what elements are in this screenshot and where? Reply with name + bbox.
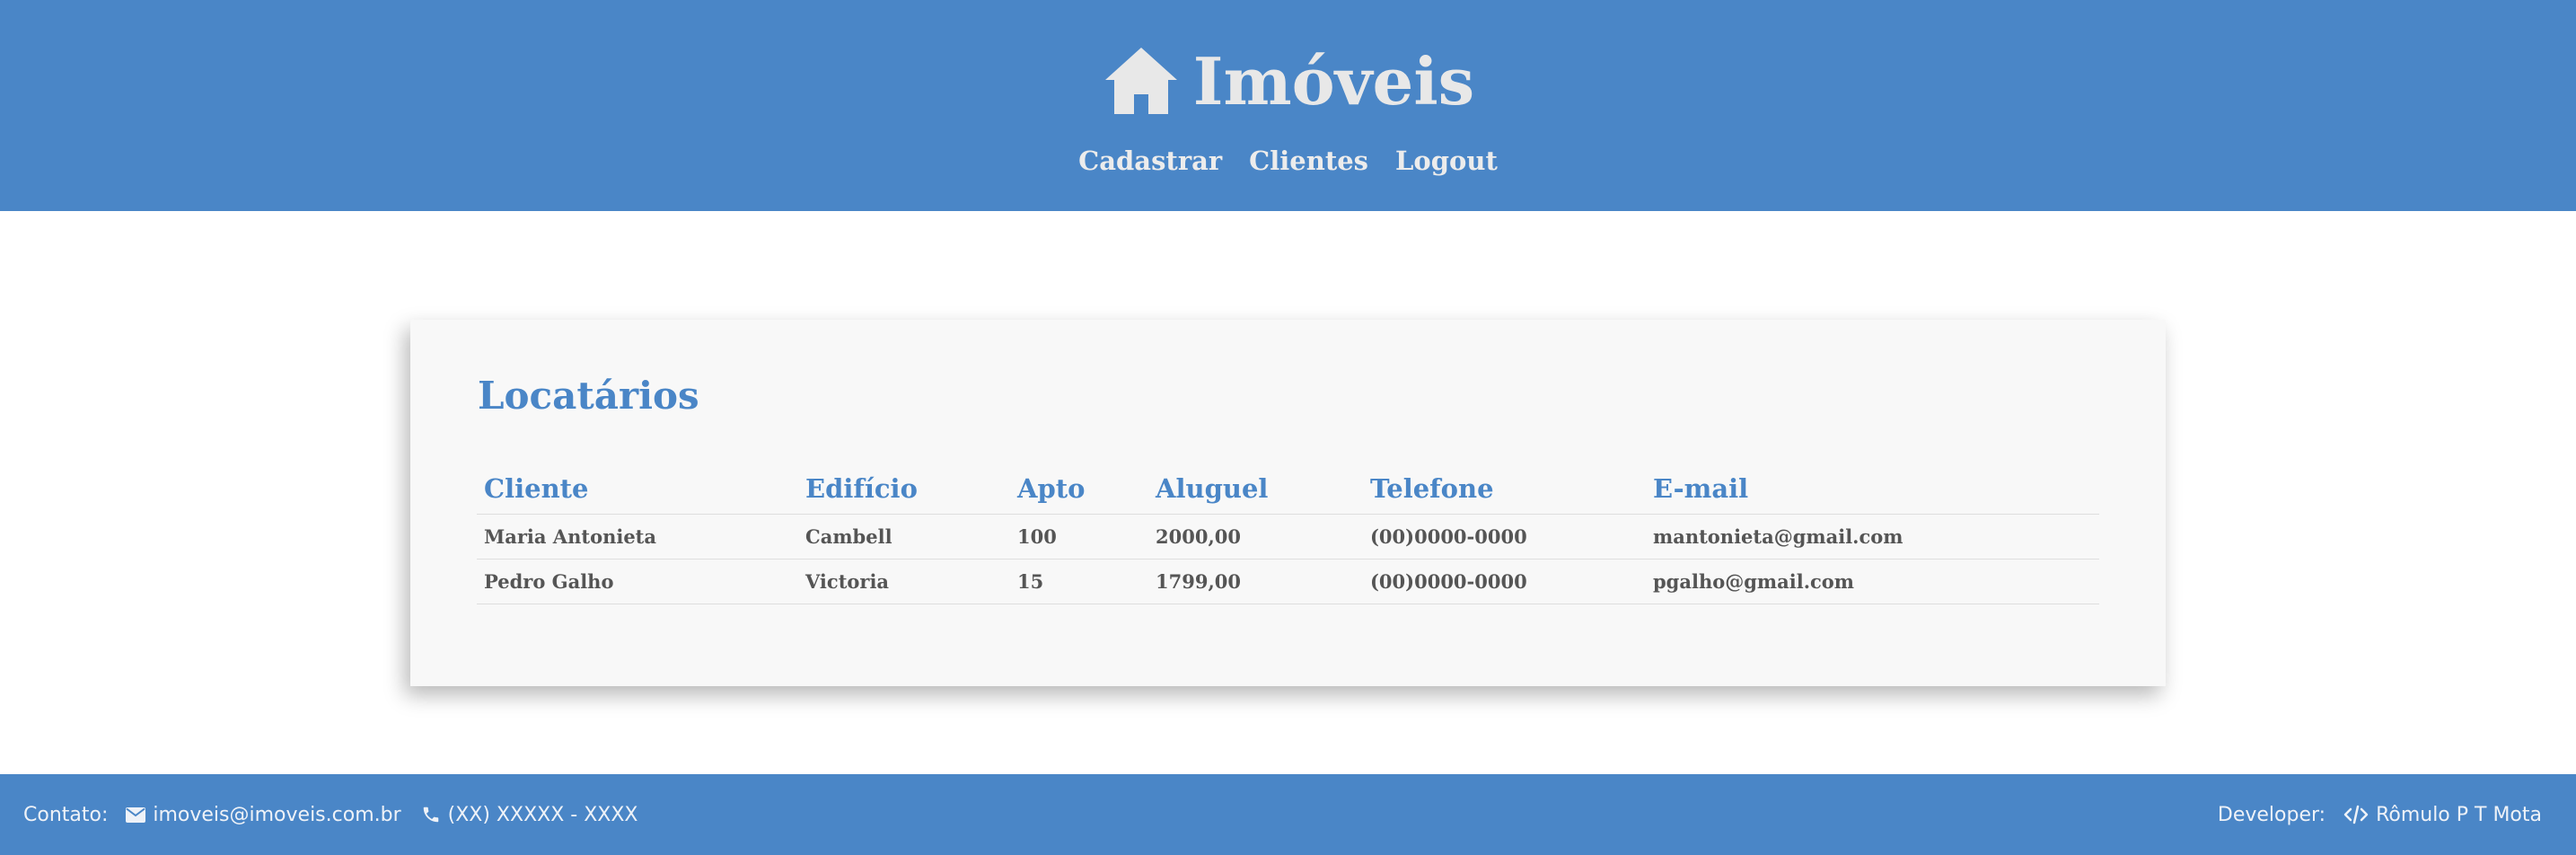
nav-cadastrar[interactable]: Cadastrar bbox=[1078, 145, 1222, 176]
cell-cliente: Maria Antonieta bbox=[477, 514, 798, 560]
envelope-icon bbox=[126, 807, 146, 823]
phone-icon bbox=[421, 805, 441, 824]
cell-telefone: (00)0000-0000 bbox=[1363, 514, 1646, 560]
nav-clientes[interactable]: Clientes bbox=[1249, 145, 1368, 176]
main-nav: Cadastrar Clientes Logout bbox=[0, 145, 2576, 176]
cell-email: pgalho@gmail.com bbox=[1646, 559, 2099, 604]
footer-contact: Contato: imoveis@imoveis.com.br (XX) XXX… bbox=[23, 774, 638, 855]
contact-label: Contato: bbox=[23, 803, 109, 826]
table-row: Pedro Galho Victoria 15 1799,00 (00)0000… bbox=[477, 559, 2099, 604]
column-header-telefone: Telefone bbox=[1363, 471, 1646, 515]
cell-apto: 15 bbox=[1010, 559, 1148, 604]
site-footer: Contato: imoveis@imoveis.com.br (XX) XXX… bbox=[0, 774, 2576, 855]
cell-edificio: Cambell bbox=[798, 514, 1010, 560]
site-header: Imóveis Cadastrar Clientes Logout bbox=[0, 0, 2576, 211]
column-header-aluguel: Aluguel bbox=[1148, 471, 1363, 515]
cell-telefone: (00)0000-0000 bbox=[1363, 559, 1646, 604]
table-header-row: Cliente Edifício Apto Aluguel Telefone E… bbox=[477, 471, 2099, 515]
column-header-email: E-mail bbox=[1646, 471, 2099, 515]
cell-cliente: Pedro Galho bbox=[477, 559, 798, 604]
tenants-card: Locatários Cliente Edifício Apto Aluguel… bbox=[410, 320, 2166, 686]
table-row: Maria Antonieta Cambell 100 2000,00 (00)… bbox=[477, 514, 2099, 560]
column-header-cliente: Cliente bbox=[477, 471, 798, 515]
developer-name: Rômulo P T Mota bbox=[2376, 803, 2542, 826]
developer-label: Developer: bbox=[2217, 803, 2326, 826]
contact-email-link[interactable]: imoveis@imoveis.com.br bbox=[126, 803, 401, 826]
cell-apto: 100 bbox=[1010, 514, 1148, 560]
tenants-table: Cliente Edifício Apto Aluguel Telefone E… bbox=[477, 471, 2099, 604]
cell-email: mantonieta@gmail.com bbox=[1646, 514, 2099, 560]
contact-email: imoveis@imoveis.com.br bbox=[153, 803, 401, 826]
site-title: Imóveis bbox=[1192, 42, 1475, 119]
code-icon bbox=[2343, 805, 2369, 824]
nav-logout[interactable]: Logout bbox=[1395, 145, 1498, 176]
page-title: Locatários bbox=[478, 374, 699, 418]
cell-edificio: Victoria bbox=[798, 559, 1010, 604]
developer-link[interactable]: Rômulo P T Mota bbox=[2343, 804, 2542, 826]
contact-phone: (XX) XXXXX - XXXX bbox=[447, 803, 638, 826]
brand[interactable]: Imóveis bbox=[0, 36, 2576, 126]
contact-phone-link[interactable]: (XX) XXXXX - XXXX bbox=[421, 804, 638, 826]
column-header-edificio: Edifício bbox=[798, 471, 1010, 515]
cell-aluguel: 2000,00 bbox=[1148, 514, 1363, 560]
house-icon bbox=[1102, 46, 1181, 116]
footer-developer: Developer: Rômulo P T Mota bbox=[2218, 774, 2542, 855]
column-header-apto: Apto bbox=[1010, 471, 1148, 515]
cell-aluguel: 1799,00 bbox=[1148, 559, 1363, 604]
